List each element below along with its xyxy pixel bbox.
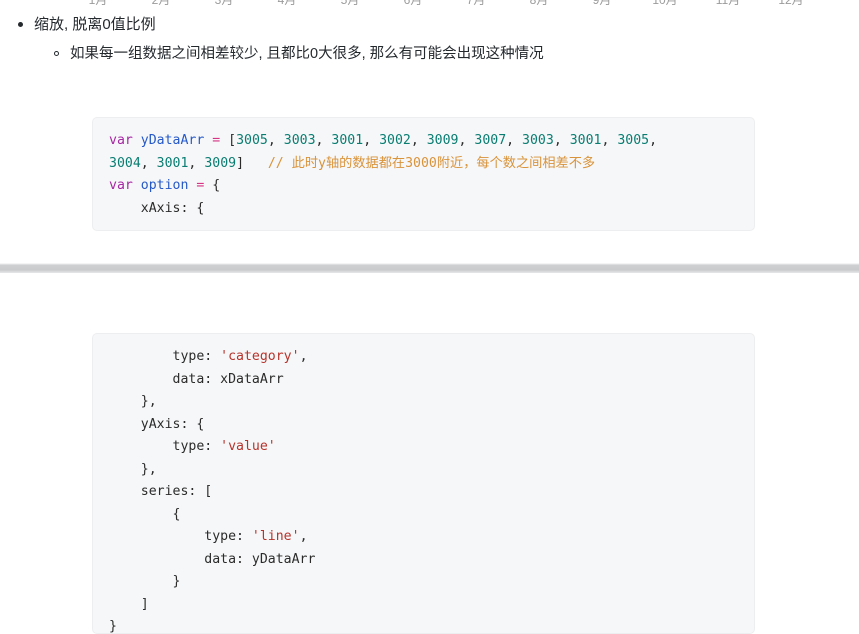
axis-tick-label: 9月 (592, 0, 612, 7)
axis-tick-label: 10月 (652, 0, 678, 7)
code-token: , (410, 133, 427, 149)
code-token: 3005 (617, 133, 650, 149)
code-line: } (109, 616, 738, 633)
code-token: option (140, 178, 189, 194)
code-token: 3009 (426, 133, 459, 149)
code-token: xAxis: { (109, 200, 205, 216)
code-token: type: (109, 439, 221, 455)
code-token: 3002 (379, 133, 411, 149)
code-token: , (188, 155, 205, 171)
bullet-disc-icon (18, 22, 23, 27)
axis-tick-label: 5月 (340, 0, 360, 7)
code-token: , (315, 133, 332, 149)
code-line: type: 'line', (109, 526, 738, 549)
code-block-ydata-option[interactable]: var yDataArr = [3005, 3003, 3001, 3002, … (92, 117, 755, 232)
code-line: 3004, 3001, 3009] // 此时y轴的数据都在3000附近，每个数… (109, 153, 738, 176)
code-line: xAxis: { (109, 198, 738, 221)
code-token: 3007 (474, 133, 507, 149)
code-token: yAxis: { (109, 416, 205, 432)
chart-axis-tick-strip: 1月 2月 3月 4月 5月 6月 7月 8月 9月 10月 11月 12月 (0, 0, 859, 9)
code-token: } (109, 574, 181, 590)
axis-tick-label: 2月 (151, 0, 171, 7)
code-line: } (109, 571, 738, 594)
code-token: { (204, 178, 221, 194)
code-token: series: [ (109, 484, 213, 500)
code-line: var option = { (109, 175, 738, 198)
code-line: type: 'value' (109, 436, 738, 459)
code-token: data: xDataArr (109, 371, 284, 387)
axis-tick-label: 4月 (277, 0, 297, 7)
code-line: var yDataArr = [3005, 3003, 3001, 3002, … (109, 130, 738, 153)
outline-item-zoom: 缩放, 脱离0值比例 如果每一组数据之间相差较少, 且都比0大很多, 那么有可能… (18, 12, 859, 67)
code-token: data: yDataArr (109, 551, 316, 567)
code-token: 3003 (522, 133, 554, 149)
code-line: yAxis: { (109, 414, 738, 437)
axis-tick-label: 7月 (466, 0, 486, 7)
code-line: }, (109, 459, 738, 482)
code-token: }, (109, 394, 157, 410)
code-line: { (109, 504, 738, 527)
code-token: 'line' (251, 529, 300, 545)
code-token: , (363, 133, 380, 149)
outline-subitem-explanation-label: 如果每一组数据之间相差较少, 且都比0大很多, 那么有可能会出现这种情况 (70, 46, 544, 62)
code-token: yDataArr (140, 133, 205, 149)
axis-tick-label: 12月 (778, 0, 804, 7)
section-divider (0, 263, 859, 273)
outline-list-level2: 如果每一组数据之间相差较少, 且都比0大很多, 那么有可能会出现这种情况 (34, 42, 859, 67)
code-line: data: xDataArr (109, 369, 738, 392)
code-token: 3001 (331, 133, 364, 149)
axis-tick-label: 1月 (88, 0, 108, 7)
code-token: 3004 (109, 155, 141, 171)
code-token: // 此时y轴的数据都在3000附近，每个数之间相差不多 (259, 155, 596, 171)
code-token: 'value' (220, 439, 276, 455)
code-line: ] (109, 594, 738, 617)
axis-tick-label: 11月 (715, 0, 741, 7)
code-token: 'category' (220, 349, 300, 365)
outline-list-level1: 缩放, 脱离0值比例 如果每一组数据之间相差较少, 且都比0大很多, 那么有可能… (0, 12, 859, 67)
code-token: [ (220, 133, 237, 149)
code-token: 3003 (283, 133, 316, 149)
code-token: ] (236, 155, 260, 171)
code-line: }, (109, 391, 738, 414)
code-token: , (553, 133, 570, 149)
code-line: data: yDataArr (109, 549, 738, 572)
axis-tick-label: 8月 (529, 0, 549, 7)
code-token: 3009 (204, 155, 237, 171)
bullet-circle-icon (54, 51, 59, 56)
axis-tick-label: 3月 (214, 0, 234, 7)
code-token: type: (109, 529, 252, 545)
code-token: , (299, 349, 308, 365)
code-token: }, (109, 461, 157, 477)
code-token: { (109, 506, 181, 522)
code-line: type: 'category', (109, 346, 738, 369)
code-token: , (267, 133, 284, 149)
outline-item-zoom-label: 缩放, 脱离0值比例 (34, 16, 156, 33)
code-token: , (458, 133, 475, 149)
code-token: 3001 (569, 133, 602, 149)
code-token: type: (109, 349, 221, 365)
code-line: series: [ (109, 481, 738, 504)
document-body: 缩放, 脱离0值比例 如果每一组数据之间相差较少, 且都比0大很多, 那么有可能… (0, 12, 859, 67)
code-token: var (109, 178, 133, 194)
axis-tick-label: 6月 (403, 0, 423, 7)
outline-subitem-explanation: 如果每一组数据之间相差较少, 且都比0大很多, 那么有可能会出现这种情况 (54, 42, 859, 67)
code-block-option-continued[interactable]: type: 'category', data: xDataArr }, yAxi… (92, 333, 755, 634)
code-token: var (109, 133, 133, 149)
code-token: , (299, 529, 308, 545)
code-token: , (506, 133, 523, 149)
code-token: 3005 (236, 133, 268, 149)
code-token: , (649, 133, 666, 149)
code-token: , (140, 155, 157, 171)
code-token: ] (109, 596, 149, 612)
code-token: , (601, 133, 618, 149)
code-token: 3001 (156, 155, 189, 171)
